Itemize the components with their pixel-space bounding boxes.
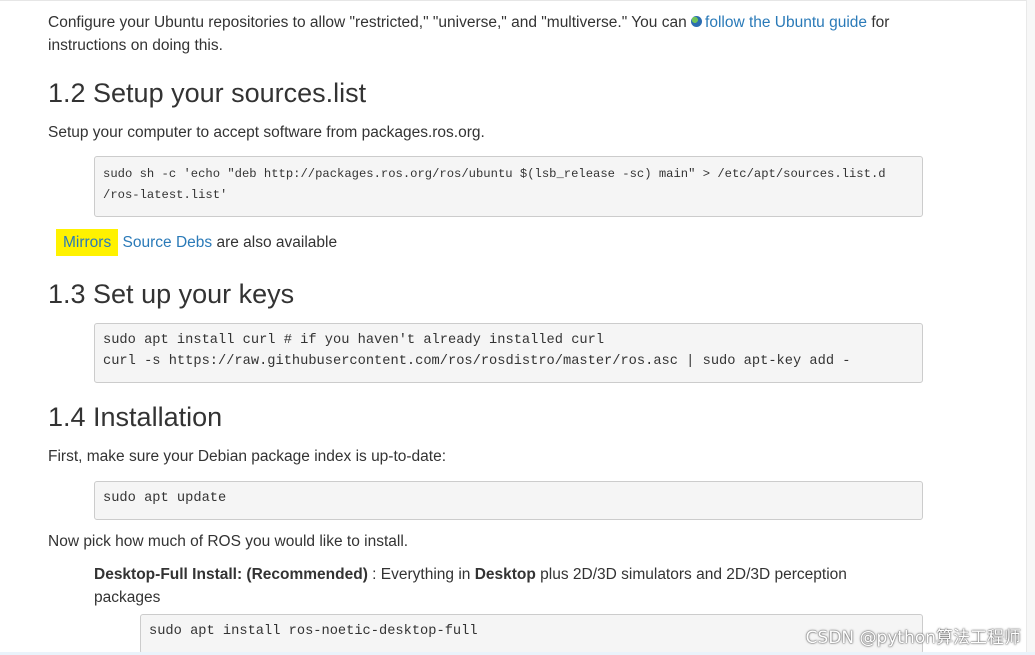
code-line: sudo apt update (103, 491, 227, 506)
code-block-update[interactable]: sudo apt update (94, 481, 923, 520)
intro-text-after: for (867, 14, 890, 31)
desktop-full-label: Desktop-Full Install: (Recommended) (94, 566, 368, 583)
mirrors-link[interactable]: Mirrors (56, 229, 119, 256)
code-block-keys[interactable]: sudo apt install curl # if you haven't a… (94, 323, 923, 383)
mirrors-text: are also available (212, 234, 338, 251)
scrollbar-track[interactable] (1026, 0, 1035, 655)
intro-text: Configure your Ubuntu repositories to al… (48, 14, 692, 31)
top-border (0, 0, 1035, 1)
heading-installation: 1.4 Installation (48, 402, 223, 432)
code-line: sudo apt install curl # if you haven't a… (103, 333, 605, 348)
code-line: /ros-latest.list' (103, 188, 228, 202)
desc-text: : Everything in (367, 566, 475, 583)
globe-icon (691, 16, 703, 27)
desktop-label: Desktop (474, 566, 536, 583)
source-debs-link[interactable]: Source Debs (123, 234, 213, 251)
intro-line2: instructions on doing this. (48, 37, 223, 54)
code-line: sudo apt install ros-noetic-desktop-full (149, 624, 478, 639)
code-line: curl -s https://raw.githubusercontent.co… (103, 354, 851, 369)
heading-keys: 1.3 Set up your keys (48, 279, 295, 309)
heading-sources-list: 1.2 Setup your sources.list (48, 78, 367, 108)
desktop-full-description: Desktop-Full Install: (Recommended) : Ev… (94, 563, 924, 609)
csdn-watermark: CSDN @python算法工程师 (805, 628, 1021, 648)
code-block-sources[interactable]: sudo sh -c 'echo "deb http://packages.ro… (94, 156, 923, 217)
installation-description: First, make sure your Debian package ind… (48, 448, 447, 465)
intro-paragraph: Configure your Ubuntu repositories to al… (48, 11, 928, 57)
pick-paragraph: Now pick how much of ROS you would like … (48, 533, 409, 550)
code-line: sudo sh -c 'echo "deb http://packages.ro… (103, 167, 886, 181)
ubuntu-guide-link[interactable]: follow the Ubuntu guide (705, 14, 867, 31)
desc-text: plus 2D/3D simulators and 2D/3D percepti… (535, 566, 847, 583)
mirrors-line: Mirrors Source Debs are also available (56, 229, 338, 256)
sources-description: Setup your computer to accept software f… (48, 124, 485, 141)
desc-text: packages (94, 589, 161, 606)
